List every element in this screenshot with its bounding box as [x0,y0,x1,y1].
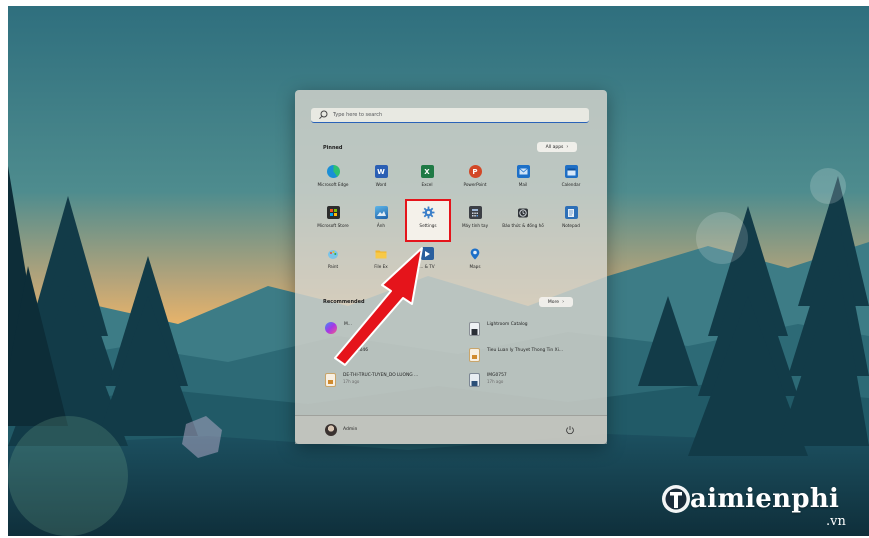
watermark-tld: .vn [826,514,846,529]
watermark: aimienphi .vn [660,480,869,536]
desktop: Type here to search Pinned All apps › Mi… [8,6,869,536]
watermark-logo-icon [662,485,690,513]
watermark-brand: aimienphi [690,484,840,514]
annotation-arrow [334,247,423,366]
